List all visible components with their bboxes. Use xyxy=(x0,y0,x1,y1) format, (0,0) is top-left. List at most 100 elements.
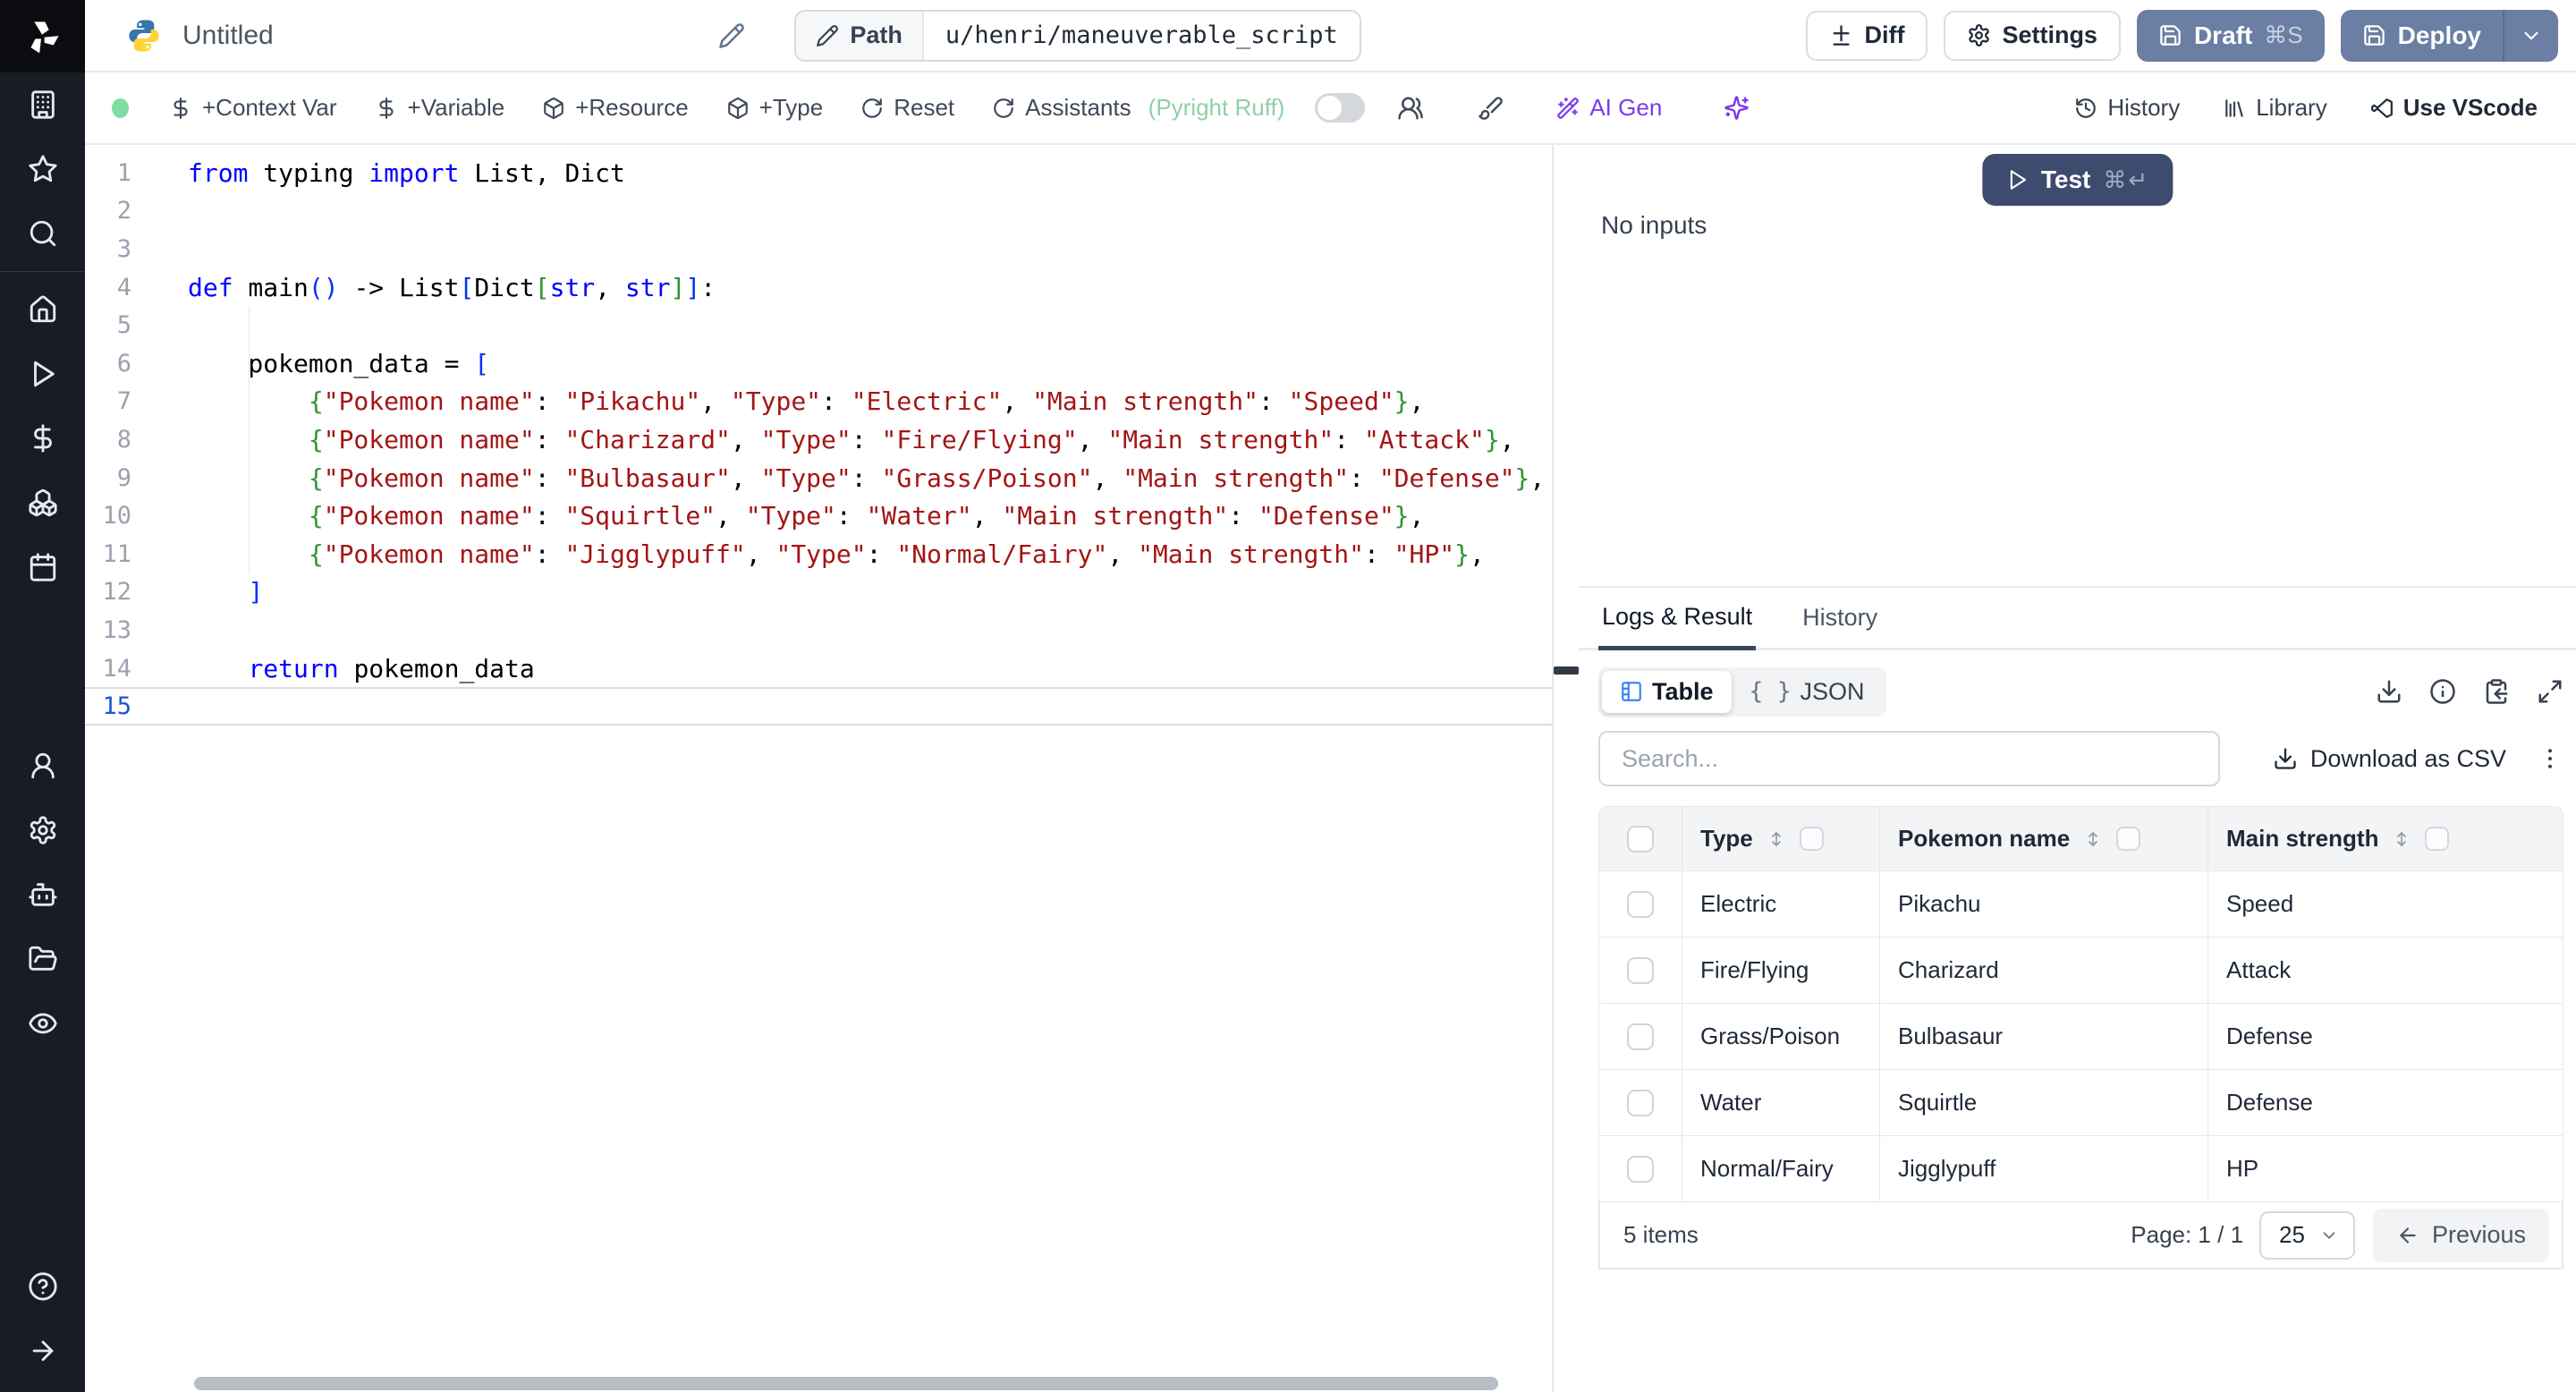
add-context-var-button[interactable]: +Context Var xyxy=(154,87,352,130)
path-value[interactable]: u/henri/maneuverable_script xyxy=(924,12,1360,60)
table-row[interactable]: Water Squirtle Defense xyxy=(1599,1070,2563,1136)
code-line[interactable]: 4 def main() -> List[Dict[str, str]]: xyxy=(85,268,1552,307)
row-checkbox[interactable] xyxy=(1627,1023,1654,1050)
save-icon xyxy=(2363,25,2385,46)
sort-icon[interactable] xyxy=(2391,828,2412,850)
folders-icon[interactable] xyxy=(0,927,85,991)
variables-icon[interactable] xyxy=(0,406,85,471)
column-filter-box[interactable] xyxy=(1799,827,1824,851)
windmill-logo[interactable] xyxy=(0,0,85,72)
resources-icon[interactable] xyxy=(0,471,85,535)
audit-logs-icon[interactable] xyxy=(0,991,85,1056)
code-line[interactable]: 11 {"Pokemon name": "Jigglypuff", "Type"… xyxy=(85,535,1552,573)
ai-sparkles-button[interactable] xyxy=(1711,87,1762,130)
copy-result-icon[interactable] xyxy=(2483,678,2510,705)
code-line[interactable]: 3 xyxy=(85,230,1552,268)
multiplayer-users-button[interactable] xyxy=(1385,87,1436,130)
search-icon[interactable] xyxy=(0,201,85,266)
multiplayer-toggle[interactable] xyxy=(1315,93,1366,123)
ai-gen-button[interactable]: AI Gen xyxy=(1541,87,1677,130)
add-type-button[interactable]: +Type xyxy=(711,87,839,130)
column-header[interactable]: Main strength xyxy=(2207,807,2563,870)
row-checkbox[interactable] xyxy=(1627,890,1654,918)
page-size-select[interactable]: 25 xyxy=(2259,1210,2355,1260)
table-row[interactable]: Fire/Flying Charizard Attack xyxy=(1599,938,2563,1004)
settings-icon[interactable] xyxy=(0,798,85,862)
download-result-icon[interactable] xyxy=(2376,678,2402,705)
workspace-icon[interactable] xyxy=(0,72,85,137)
code-line[interactable]: 7 {"Pokemon name": "Pikachu", "Type": "E… xyxy=(85,383,1552,421)
run-section: Test ⌘↵ No inputs xyxy=(1579,145,2576,586)
deploy-options-button[interactable] xyxy=(2503,9,2558,62)
schedules-icon[interactable] xyxy=(0,535,85,599)
info-icon[interactable] xyxy=(2429,678,2456,705)
path-control[interactable]: Path u/henri/maneuverable_script xyxy=(794,9,1361,62)
edit-summary-icon[interactable] xyxy=(718,22,745,49)
view-json-button[interactable]: { } JSON xyxy=(1732,671,1883,713)
previous-page-button[interactable]: Previous xyxy=(2372,1208,2549,1262)
draft-button[interactable]: Draft ⌘S xyxy=(2136,9,2325,62)
row-checkbox[interactable] xyxy=(1627,1089,1654,1116)
column-label: Pokemon name xyxy=(1898,825,2071,852)
table-row[interactable]: Grass/Poison Bulbasaur Defense xyxy=(1599,1004,2563,1070)
splitter-handle[interactable] xyxy=(1554,666,1579,675)
column-filter-box[interactable] xyxy=(2116,827,2141,851)
add-resource-button[interactable]: +Resource xyxy=(527,87,703,130)
tab-logs-result[interactable]: Logs & Result xyxy=(1598,588,1757,650)
settings-button[interactable]: Settings xyxy=(1944,10,2121,61)
code-line[interactable]: 9 {"Pokemon name": "Bulbasaur", "Type": … xyxy=(85,459,1552,497)
column-header[interactable]: Pokemon name xyxy=(1879,807,2207,870)
dollar-icon xyxy=(378,97,394,119)
library-button[interactable]: Library xyxy=(2207,87,2342,130)
editor-horizontal-scrollbar[interactable] xyxy=(194,1377,1498,1390)
code-text: def main() -> List[Dict[str, str]]: xyxy=(188,272,716,302)
code-line[interactable]: 14 return pokemon_data xyxy=(85,649,1552,688)
code-editor[interactable]: 1 from typing import List, Dict 2 3 4 def mai… xyxy=(85,145,1554,1392)
home-icon[interactable] xyxy=(0,277,85,342)
table-cell-strength: Defense xyxy=(2207,1070,2563,1135)
column-filter-box[interactable] xyxy=(2425,827,2450,851)
favorites-icon[interactable] xyxy=(0,137,85,201)
code-line[interactable]: 6 pokemon_data = [ xyxy=(85,344,1552,383)
assistants-button[interactable]: Assistants xyxy=(977,87,1147,130)
row-checkbox[interactable] xyxy=(1627,956,1654,984)
deploy-button[interactable]: Deploy xyxy=(2340,9,2503,62)
history-button[interactable]: History xyxy=(2059,87,2195,130)
panel-splitter[interactable] xyxy=(1554,145,1579,1392)
diff-button[interactable]: Diff xyxy=(1806,10,1928,61)
code-line[interactable]: 10 {"Pokemon name": "Squirtle", "Type": … xyxy=(85,497,1552,535)
code-line[interactable]: 13 xyxy=(85,611,1552,649)
code-line[interactable]: 2 xyxy=(85,192,1552,231)
code-line[interactable]: 15 xyxy=(85,687,1552,726)
view-table-button[interactable]: Table xyxy=(1602,670,1732,713)
test-button[interactable]: Test ⌘↵ xyxy=(1981,154,2174,206)
reset-button[interactable]: Reset xyxy=(845,87,970,130)
download-csv-button[interactable]: Download as CSV xyxy=(2273,745,2506,773)
sort-icon[interactable] xyxy=(1766,828,1787,850)
column-header[interactable]: Type xyxy=(1682,807,1879,870)
table-menu-button[interactable] xyxy=(2537,745,2563,772)
page-label: Page: 1 / 1 xyxy=(2131,1221,2244,1248)
runs-icon[interactable] xyxy=(0,342,85,406)
code-line[interactable]: 1 from typing import List, Dict xyxy=(85,154,1552,192)
help-icon[interactable] xyxy=(0,1254,85,1319)
use-vscode-button[interactable]: Use VScode xyxy=(2355,87,2553,130)
sparkles-icon xyxy=(1724,96,1750,120)
add-variable-button[interactable]: +Variable xyxy=(360,87,521,130)
toggle-knob xyxy=(1318,96,1343,120)
collapse-sidebar-icon[interactable] xyxy=(0,1319,85,1383)
tab-history[interactable]: History xyxy=(1799,588,1881,648)
code-line[interactable]: 8 {"Pokemon name": "Charizard", "Type": … xyxy=(85,420,1552,459)
row-checkbox[interactable] xyxy=(1627,1155,1654,1183)
table-row[interactable]: Electric Pikachu Speed xyxy=(1599,871,2563,938)
select-all-checkbox[interactable] xyxy=(1627,825,1654,853)
sort-icon[interactable] xyxy=(2082,828,2104,850)
format-button[interactable] xyxy=(1465,87,1516,130)
expand-icon[interactable] xyxy=(2537,678,2563,705)
code-line[interactable]: 12 ] xyxy=(85,573,1552,612)
table-row[interactable]: Normal/Fairy Jigglypuff HP xyxy=(1599,1136,2563,1202)
search-input[interactable] xyxy=(1598,731,2220,786)
users-icon[interactable] xyxy=(0,734,85,798)
code-line[interactable]: 5 xyxy=(85,306,1552,344)
bot-icon[interactable] xyxy=(0,862,85,927)
